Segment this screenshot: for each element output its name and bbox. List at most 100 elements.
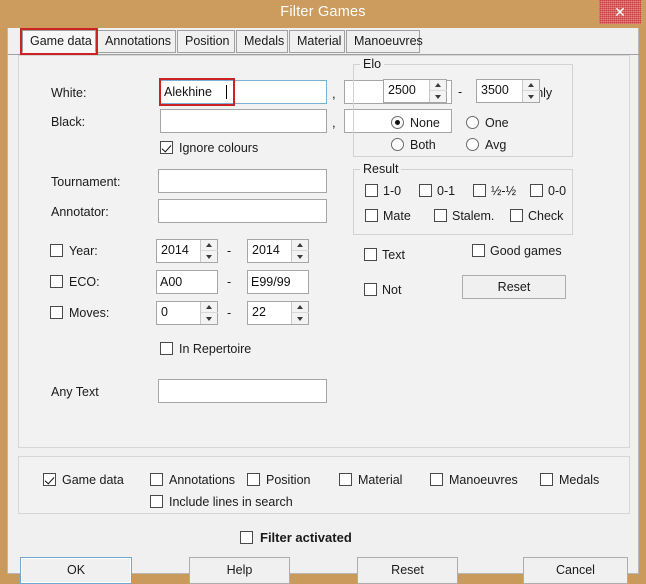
year-label: Year: bbox=[69, 244, 98, 258]
result-checkbox-check[interactable] bbox=[510, 209, 523, 222]
include-lines-checkbox[interactable] bbox=[150, 495, 163, 508]
result-label-check[interactable]: Check bbox=[528, 209, 563, 223]
year-to-spinner[interactable]: 2014 bbox=[247, 239, 309, 263]
tab-material[interactable]: Material bbox=[289, 30, 345, 53]
elo-from-spinner[interactable]: 2500 bbox=[383, 79, 447, 103]
spin-down-icon[interactable] bbox=[430, 91, 447, 102]
year-from-spinner[interactable]: 2014 bbox=[156, 239, 218, 263]
filter-reset-button[interactable]: Reset bbox=[462, 275, 566, 299]
scope-checkbox-position[interactable] bbox=[247, 473, 260, 486]
scope-checkbox-annotations[interactable] bbox=[150, 473, 163, 486]
in-repertoire-checkbox[interactable] bbox=[160, 342, 173, 355]
in-repertoire-label[interactable]: In Repertoire bbox=[179, 342, 251, 356]
eco-range-dash: - bbox=[227, 275, 232, 289]
year-checkbox[interactable] bbox=[50, 244, 63, 257]
moves-from-value: 0 bbox=[161, 305, 168, 319]
spin-up-icon[interactable] bbox=[292, 240, 309, 251]
scope-label-material[interactable]: Material bbox=[358, 473, 402, 487]
ok-button[interactable]: OK bbox=[20, 557, 132, 584]
elo-radio-none-label[interactable]: None bbox=[410, 116, 440, 130]
scope-label-position[interactable]: Position bbox=[266, 473, 310, 487]
elo-radio-none[interactable] bbox=[391, 116, 404, 129]
elo-radio-avg[interactable] bbox=[466, 138, 479, 151]
not-checkbox[interactable] bbox=[364, 283, 377, 296]
elo-radio-one-label[interactable]: One bbox=[485, 116, 509, 130]
annotator-input[interactable] bbox=[158, 199, 327, 223]
any-text-input[interactable] bbox=[158, 379, 327, 403]
result-checkbox-stalemate[interactable] bbox=[434, 209, 447, 222]
moves-from-spinner[interactable]: 0 bbox=[156, 301, 218, 325]
not-label[interactable]: Not bbox=[382, 283, 401, 297]
spin-up-icon[interactable] bbox=[430, 80, 447, 91]
tab-position[interactable]: Position bbox=[177, 30, 235, 53]
spin-down-icon[interactable] bbox=[201, 313, 218, 324]
scope-checkbox-medals[interactable] bbox=[540, 473, 553, 486]
scope-label-medals[interactable]: Medals bbox=[559, 473, 599, 487]
spin-up-icon[interactable] bbox=[523, 80, 540, 91]
text-label[interactable]: Text bbox=[382, 248, 405, 262]
elo-group: Elo 2500 - 3500 None One Both Avg bbox=[353, 57, 573, 157]
scope-label-game-data[interactable]: Game data bbox=[62, 473, 124, 487]
scope-label-manoeuvres[interactable]: Manoeuvres bbox=[449, 473, 518, 487]
include-lines-label[interactable]: Include lines in search bbox=[169, 495, 293, 509]
moves-from-spin-buttons[interactable] bbox=[200, 302, 218, 324]
spin-down-icon[interactable] bbox=[292, 313, 309, 324]
result-group-title: Result bbox=[360, 162, 402, 176]
spin-down-icon[interactable] bbox=[292, 251, 309, 262]
result-checkbox-0-1[interactable] bbox=[419, 184, 432, 197]
text-checkbox[interactable] bbox=[364, 248, 377, 261]
tab-manoeuvres[interactable]: Manoeuvres bbox=[346, 30, 423, 53]
cancel-button[interactable]: Cancel bbox=[523, 557, 628, 584]
eco-checkbox[interactable] bbox=[50, 275, 63, 288]
good-games-checkbox[interactable] bbox=[472, 244, 485, 257]
good-games-label[interactable]: Good games bbox=[490, 244, 562, 258]
result-checkbox-1-0[interactable] bbox=[365, 184, 378, 197]
result-label-stalemate[interactable]: Stalem. bbox=[452, 209, 494, 223]
tab-annotations[interactable]: Annotations bbox=[97, 30, 176, 53]
eco-from-input[interactable]: A00 bbox=[156, 270, 218, 294]
reset-button[interactable]: Reset bbox=[357, 557, 458, 584]
spin-up-icon[interactable] bbox=[201, 302, 218, 313]
spin-up-icon[interactable] bbox=[292, 302, 309, 313]
tab-game-data[interactable]: Game data bbox=[22, 30, 96, 53]
white-name-input[interactable]: Alekhine bbox=[160, 80, 327, 104]
scope-checkbox-material[interactable] bbox=[339, 473, 352, 486]
spin-up-icon[interactable] bbox=[201, 240, 218, 251]
spin-down-icon[interactable] bbox=[523, 91, 540, 102]
scope-checkbox-game-data[interactable] bbox=[43, 473, 56, 486]
eco-to-input[interactable]: E99/99 bbox=[247, 270, 309, 294]
elo-range-dash: - bbox=[458, 85, 463, 99]
result-label-0-0[interactable]: 0-0 bbox=[548, 184, 566, 198]
elo-from-spin-buttons[interactable] bbox=[429, 80, 447, 102]
year-from-spin-buttons[interactable] bbox=[200, 240, 218, 262]
filter-activated-checkbox[interactable] bbox=[240, 531, 253, 544]
black-name-input[interactable] bbox=[160, 109, 327, 133]
ignore-colours-checkbox[interactable] bbox=[160, 141, 173, 154]
close-button[interactable]: ✕ bbox=[599, 0, 641, 24]
elo-radio-both-label[interactable]: Both bbox=[410, 138, 436, 152]
moves-to-spinner[interactable]: 22 bbox=[247, 301, 309, 325]
year-to-spin-buttons[interactable] bbox=[291, 240, 309, 262]
scope-checkbox-manoeuvres[interactable] bbox=[430, 473, 443, 486]
elo-to-spin-buttons[interactable] bbox=[522, 80, 540, 102]
result-checkbox-0-0[interactable] bbox=[530, 184, 543, 197]
elo-radio-both[interactable] bbox=[391, 138, 404, 151]
tournament-input[interactable] bbox=[158, 169, 327, 193]
moves-checkbox[interactable] bbox=[50, 306, 63, 319]
ignore-colours-label[interactable]: Ignore colours bbox=[179, 141, 258, 155]
elo-radio-avg-label[interactable]: Avg bbox=[485, 138, 506, 152]
result-label-0-1[interactable]: 0-1 bbox=[437, 184, 455, 198]
elo-radio-one[interactable] bbox=[466, 116, 479, 129]
result-label-mate[interactable]: Mate bbox=[383, 209, 411, 223]
spin-down-icon[interactable] bbox=[201, 251, 218, 262]
elo-to-spinner[interactable]: 3500 bbox=[476, 79, 540, 103]
tab-medals[interactable]: Medals bbox=[236, 30, 288, 53]
scope-label-annotations[interactable]: Annotations bbox=[169, 473, 235, 487]
result-checkbox-mate[interactable] bbox=[365, 209, 378, 222]
result-label-draw[interactable]: ½-½ bbox=[491, 184, 516, 198]
filter-activated-label[interactable]: Filter activated bbox=[260, 530, 352, 545]
result-checkbox-draw[interactable] bbox=[473, 184, 486, 197]
help-button[interactable]: Help bbox=[189, 557, 290, 584]
result-label-1-0[interactable]: 1-0 bbox=[383, 184, 401, 198]
moves-to-spin-buttons[interactable] bbox=[291, 302, 309, 324]
